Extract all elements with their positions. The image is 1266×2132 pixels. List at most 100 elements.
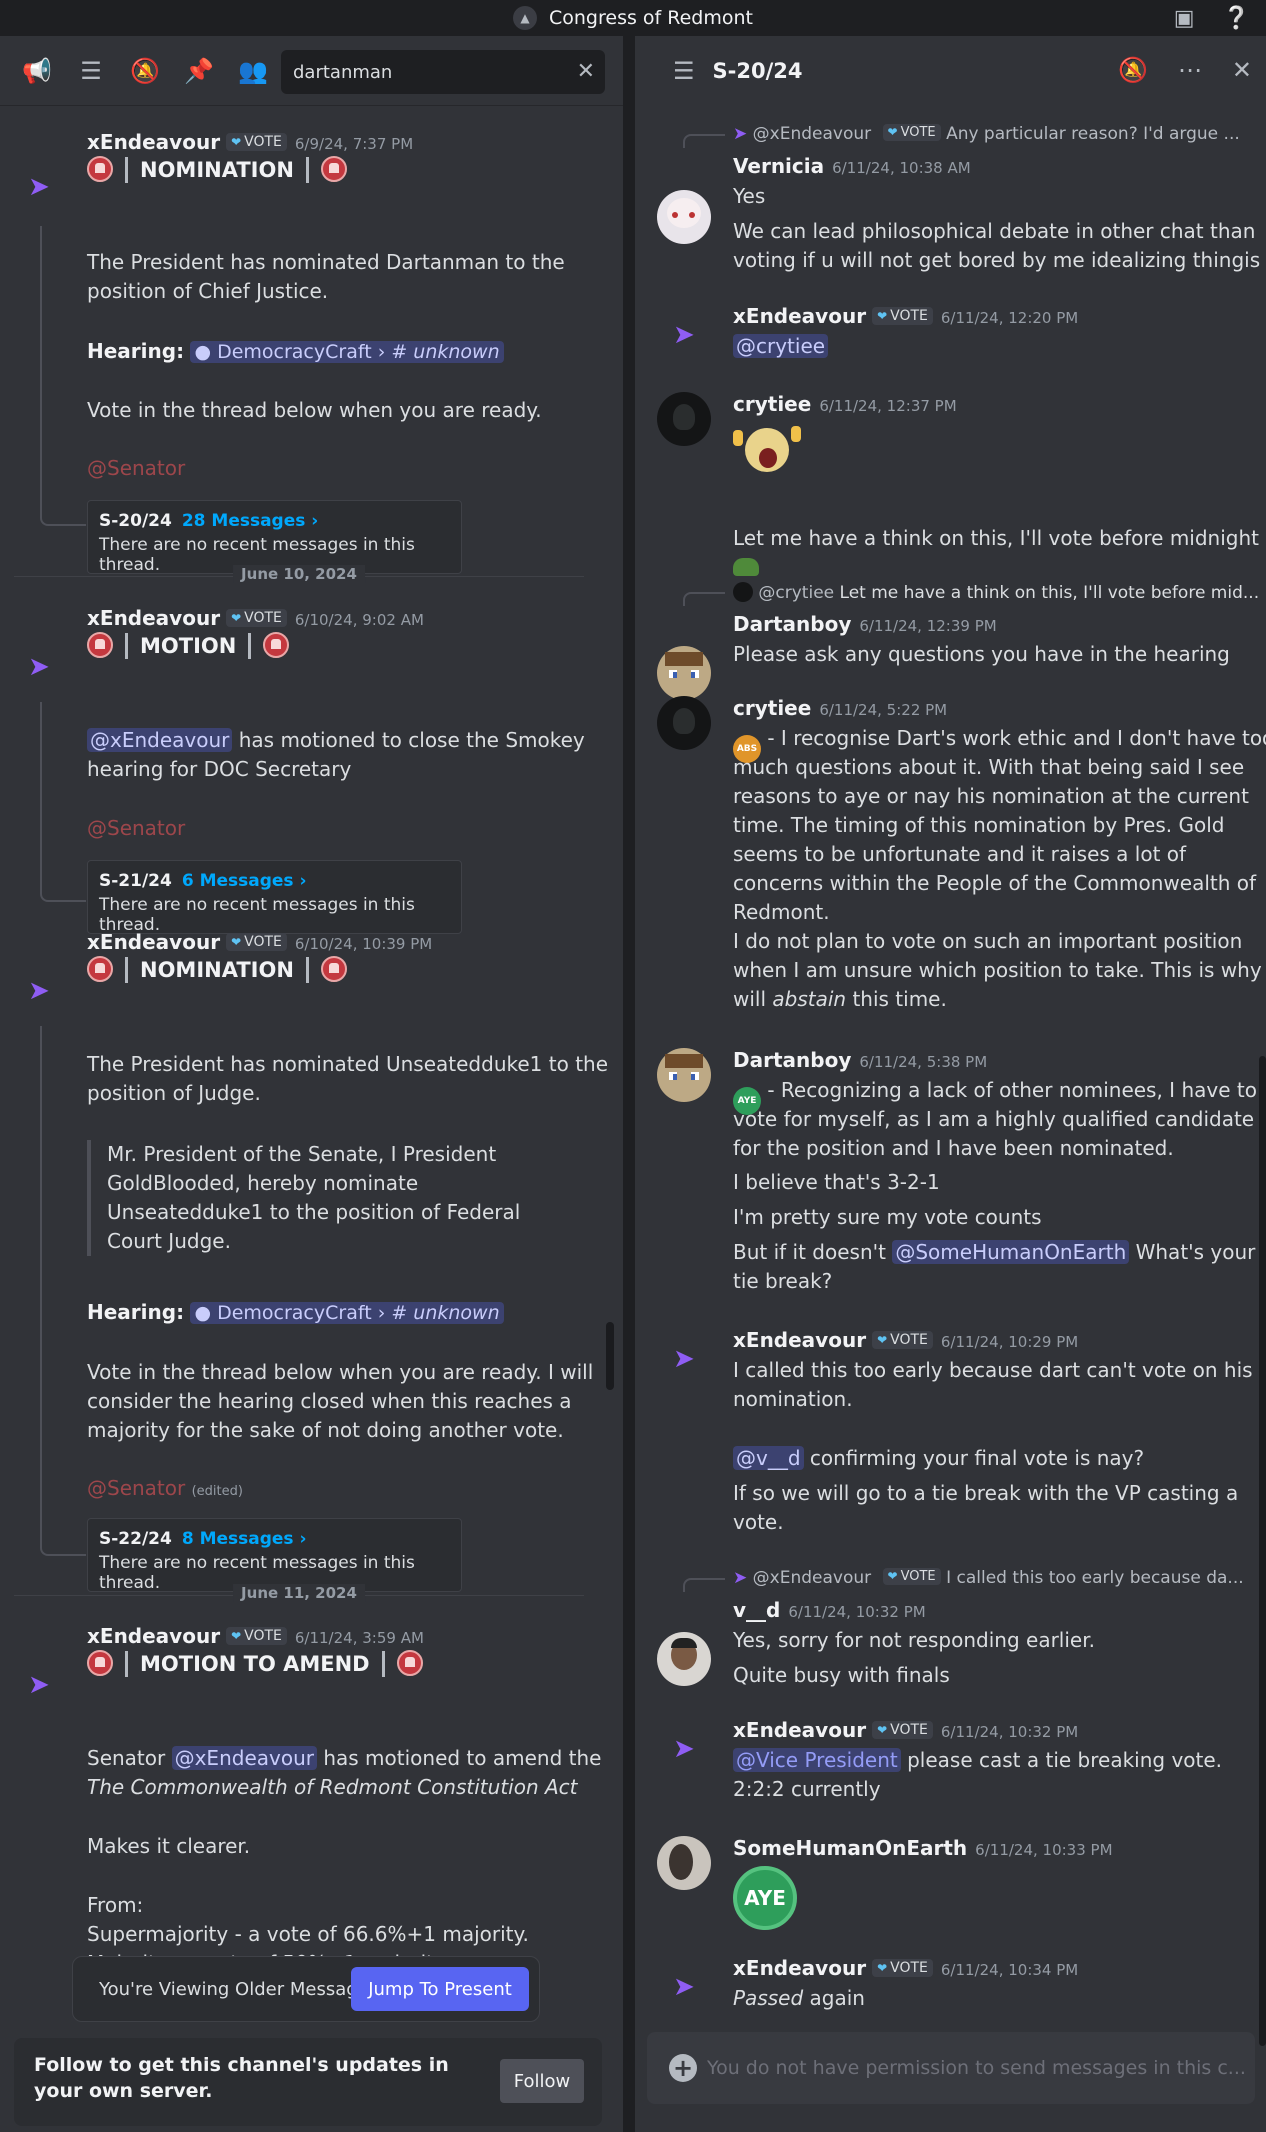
reply-text: I called this too early because da... <box>946 1568 1244 1588</box>
message-author[interactable]: crytiee <box>733 696 811 720</box>
user-mention[interactable]: @xEndeavour <box>87 728 233 752</box>
add-attachment-icon[interactable]: + <box>669 2054 697 2082</box>
announcement-arrow-icon: ➤ <box>28 172 50 202</box>
message-author[interactable]: SomeHumanOnEarth <box>733 1836 967 1860</box>
message-heading: NOMINATION <box>140 158 294 182</box>
timestamp: 6/11/24, 12:39 PM <box>859 617 997 635</box>
message-author[interactable]: Dartanboy <box>733 612 851 636</box>
thread-card[interactable]: S-21/24 6 Messages › There are no recent … <box>87 860 462 935</box>
message-author[interactable]: xEndeavour <box>733 304 866 328</box>
role-mention[interactable]: @Vice President <box>733 1748 901 1772</box>
threads-icon[interactable]: ☰ <box>76 57 106 85</box>
date-label: June 11, 2024 <box>233 1584 365 1602</box>
close-icon[interactable]: ✕ <box>1232 56 1252 84</box>
hearing-channel-link[interactable]: ● DemocracyCraft › # unknown <box>190 341 504 363</box>
user-mention[interactable]: @v__d <box>733 1446 804 1470</box>
avatar[interactable] <box>657 1048 711 1102</box>
thread-connector <box>40 1026 86 1556</box>
scrollbar[interactable] <box>1259 1056 1266 2046</box>
timestamp: 6/9/24, 7:37 PM <box>294 135 414 153</box>
thread-card[interactable]: S-20/24 28 Messages › There are no recent… <box>87 500 462 575</box>
avatar[interactable] <box>657 190 711 244</box>
thread-name: S-21/24 <box>99 871 172 891</box>
inbox-icon[interactable]: ▣ <box>1174 6 1195 31</box>
senate-seal-icon <box>396 1650 423 1676</box>
role-mention[interactable]: @Senator <box>87 454 185 483</box>
older-messages-text: You're Viewing Older Messages <box>99 1978 379 2000</box>
jump-to-present-button[interactable]: Jump To Present <box>351 1967 529 2011</box>
announcement-arrow-icon: ➤ <box>673 1972 695 2002</box>
announcement-icon[interactable]: 📢 <box>22 57 52 85</box>
message-author[interactable]: crytiee <box>733 392 811 416</box>
reply-preview[interactable]: ➤ @xEndeavour ❤ VOTE I called this too ea… <box>733 1568 1244 1588</box>
more-options-icon[interactable]: ⋯ <box>1178 56 1202 84</box>
avatar[interactable] <box>657 1836 711 1890</box>
role-mention[interactable]: @Senator <box>87 1476 185 1500</box>
timestamp: 6/10/24, 10:39 PM <box>294 935 433 953</box>
search-input[interactable]: dartanman ✕ <box>281 50 605 94</box>
message-text: I believe that's 3-2-1 <box>733 1170 940 1194</box>
reply-preview[interactable]: ➤ @xEndeavour ❤ VOTE Any particular reaso… <box>733 124 1240 144</box>
message: ➤ xEndeavour ❤ VOTE 6/11/24, 10:32 PM @Vice… <box>635 1718 1255 1808</box>
avatar[interactable] <box>657 696 711 750</box>
message-author[interactable]: xEndeavour <box>87 130 220 154</box>
user-mention[interactable]: @crytiee <box>733 334 829 358</box>
message-composer[interactable]: + You do not have permission to send mes… <box>647 2032 1255 2104</box>
panel-divider[interactable] <box>623 36 635 2132</box>
user-mention[interactable]: @xEndeavour <box>171 1746 317 1770</box>
message-author[interactable]: xEndeavour <box>733 1956 866 1980</box>
scrollbar[interactable] <box>606 1322 614 1390</box>
mute-icon[interactable]: 🔕 <box>1118 56 1148 84</box>
message-author[interactable]: Vernicia <box>733 154 824 178</box>
message-author[interactable]: xEndeavour <box>733 1328 866 1352</box>
badge-label: VOTE <box>244 134 282 150</box>
quote-text: Unseatedduke1 to the position of Federal <box>107 1200 521 1224</box>
thread-message-count[interactable]: 8 Messages › <box>182 1529 307 1549</box>
mute-icon[interactable]: 🔕 <box>130 57 160 85</box>
thread-message-count[interactable]: 28 Messages › <box>182 511 318 531</box>
heart-icon: ❤ <box>231 935 242 949</box>
badge-label: VOTE <box>890 308 928 324</box>
message-text: this time. <box>846 987 947 1011</box>
heart-icon: ❤ <box>877 1961 888 1975</box>
message: @crytiee Let me have a think on this, I'… <box>635 578 1259 700</box>
message-text: The President has nominated Unseatedduke… <box>87 1052 609 1076</box>
block-quote: Mr. President of the Senate, I President… <box>87 1140 520 1256</box>
follow-banner: Follow to get this channel's updates in … <box>14 2038 602 2126</box>
reply-preview[interactable]: @crytiee Let me have a think on this, I'… <box>733 582 1259 603</box>
avatar[interactable] <box>657 392 711 446</box>
message-text: Vote in the thread below when you are re… <box>87 1360 594 1384</box>
avatar[interactable] <box>657 646 711 700</box>
vote-badge: ❤ VOTE <box>226 609 287 627</box>
thread-connector <box>40 226 86 526</box>
message-text: Redmont. <box>733 900 830 924</box>
senate-seal-icon <box>87 1650 113 1676</box>
message-text: I called this too early because dart can… <box>733 1358 1253 1382</box>
hearing-channel-link[interactable]: ● DemocracyCraft › # unknown <box>190 1302 504 1324</box>
message: ➤ xEndeavour ❤ VOTE 6/10/24, 10:39 PM NOMIN… <box>0 926 610 1606</box>
help-icon[interactable]: ❔ <box>1223 6 1250 31</box>
message-text: From: <box>87 1893 144 1917</box>
hearing-label: Hearing: <box>87 1300 185 1324</box>
avatar[interactable] <box>657 1632 711 1686</box>
thread-message-count[interactable]: 6 Messages › <box>182 871 307 891</box>
message-author[interactable]: xEndeavour <box>87 930 220 954</box>
message-text: The President has nominated Dartanman to… <box>87 250 565 274</box>
clear-search-icon[interactable]: ✕ <box>577 59 595 84</box>
pin-icon[interactable]: 📌 <box>184 57 214 85</box>
user-mention[interactable]: @SomeHumanOnEarth <box>892 1240 1130 1264</box>
message-author[interactable]: v__d <box>733 1598 780 1622</box>
reply-connector <box>683 1578 725 1592</box>
message-author[interactable]: xEndeavour <box>733 1718 866 1742</box>
message-author[interactable]: xEndeavour <box>87 606 220 630</box>
members-icon[interactable]: 👥 <box>238 57 268 85</box>
role-mention[interactable]: @Senator <box>87 814 185 843</box>
thread-title: S-20/24 <box>712 59 803 83</box>
thread-card[interactable]: S-22/24 8 Messages › There are no recent … <box>87 1518 462 1593</box>
quote-text: GoldBlooded, hereby nominate <box>107 1171 419 1195</box>
reply-text: Any particular reason? I'd argue ... <box>946 124 1240 144</box>
message-author[interactable]: Dartanboy <box>733 1048 851 1072</box>
follow-button[interactable]: Follow <box>500 2059 584 2103</box>
message-author[interactable]: xEndeavour <box>87 1624 220 1648</box>
message-text: Yes <box>733 184 766 208</box>
